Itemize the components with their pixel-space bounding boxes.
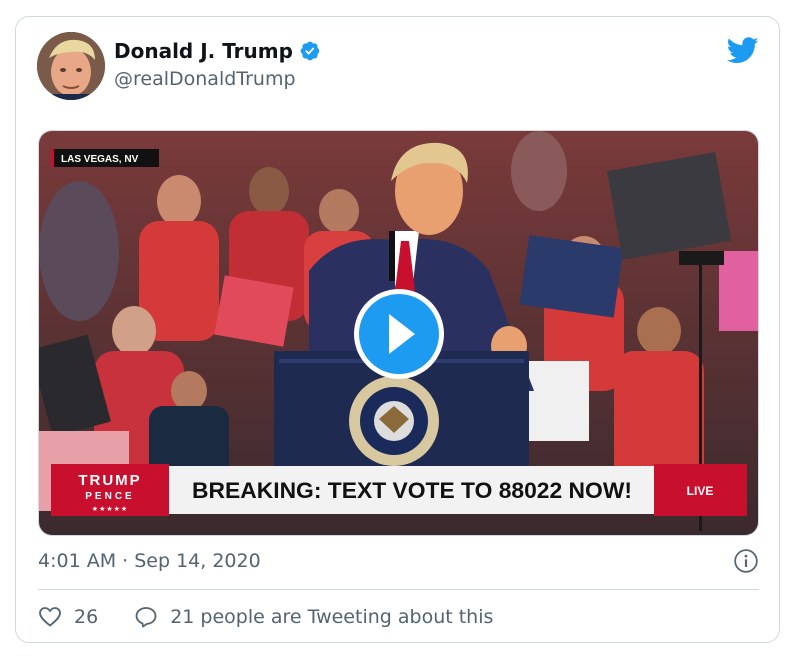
location-tag-text: LAS VEGAS, NV [61, 154, 139, 165]
lower-third-banner: TRUMP PENCE ★★★★★ BREAKING: TEXT VOTE TO… [51, 464, 747, 516]
avatar[interactable] [37, 32, 105, 100]
twitter-bird-icon[interactable] [727, 37, 759, 64]
brand-line-2: PENCE [85, 491, 134, 502]
display-name[interactable]: Donald J. Trump [114, 39, 293, 63]
verified-badge-icon [300, 41, 320, 61]
play-button[interactable] [354, 289, 444, 379]
video-player[interactable]: LAS VEGAS, NV TRUMP PENCE ★★★★★ BREAKING… [38, 130, 759, 536]
divider [38, 589, 759, 590]
speech-bubble-icon [135, 607, 157, 628]
like-count: 26 [74, 606, 99, 628]
info-icon[interactable] [733, 548, 759, 574]
tweet-card[interactable]: Donald J. Trump @realDonaldTrump LAS VEG… [15, 16, 780, 643]
heart-icon [39, 607, 61, 627]
like-button[interactable]: 26 [38, 605, 98, 629]
ticker-text: BREAKING: TEXT VOTE TO 88022 NOW! [192, 478, 632, 503]
live-label: LIVE [687, 484, 714, 498]
user-handle[interactable]: @realDonaldTrump [114, 68, 296, 90]
tweet-timestamp[interactable]: 4:01 AM · Sep 14, 2020 [38, 550, 261, 572]
brand-stars: ★★★★★ [92, 505, 128, 513]
brand-line-1: TRUMP [78, 472, 141, 489]
conversation-link[interactable]: 21 people are Tweeting about this [134, 605, 493, 629]
location-tag: LAS VEGAS, NV [51, 149, 159, 167]
conversation-text: 21 people are Tweeting about this [170, 606, 494, 628]
